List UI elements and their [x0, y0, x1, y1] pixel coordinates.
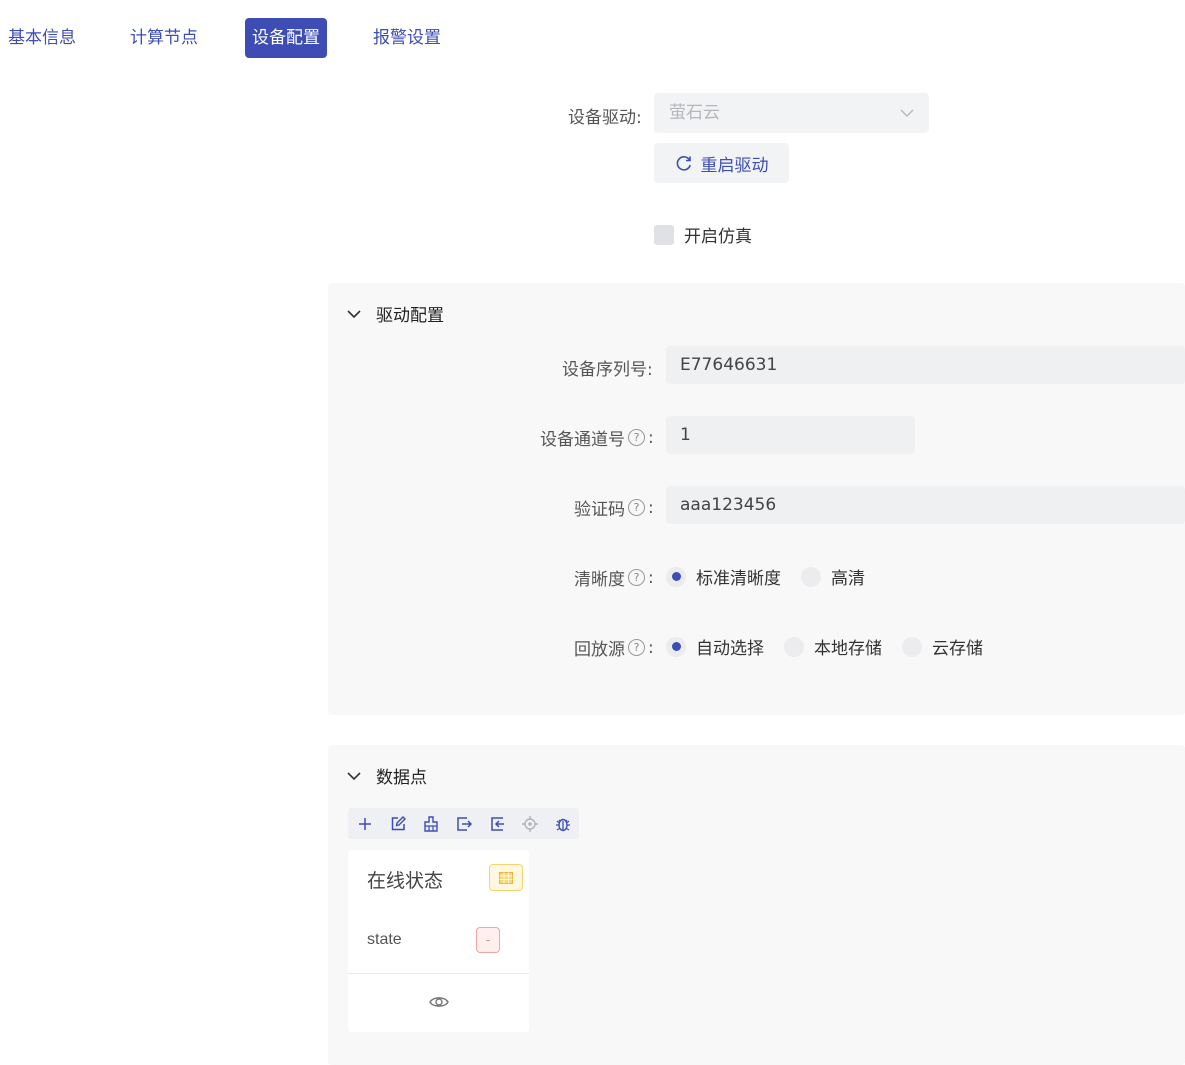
- simulate-label: 开启仿真: [684, 227, 752, 247]
- refresh-icon: [676, 156, 691, 171]
- radio-label: 本地存储: [814, 639, 882, 659]
- chevron-down-icon: [900, 109, 914, 117]
- table-view-button[interactable]: [489, 864, 523, 891]
- serial-input[interactable]: E77646631: [666, 346, 1185, 384]
- simulate-option: 开启仿真: [654, 222, 752, 247]
- radio-label: 云存储: [932, 639, 983, 659]
- radio-unchecked: [902, 636, 922, 657]
- playback-label-group: 回放源 ? :: [574, 635, 654, 661]
- device-driver-value: 萤石云: [669, 103, 720, 123]
- playback-radio-group: 自动选择 本地存储 云存储: [666, 634, 1003, 659]
- restart-driver-button[interactable]: 重启驱动: [654, 143, 789, 183]
- data-point-card: 在线状态 state -: [348, 850, 529, 1032]
- playback-option-local[interactable]: 本地存储: [784, 634, 882, 659]
- clarity-label: 清晰度: [574, 570, 625, 590]
- radio-checked: [666, 566, 686, 587]
- import-points-button[interactable]: [480, 808, 513, 839]
- tab-compute-node[interactable]: 计算节点: [130, 18, 198, 58]
- simulate-checkbox[interactable]: [654, 224, 674, 245]
- tab-alarm-settings[interactable]: 报警设置: [373, 18, 441, 58]
- locate-button[interactable]: [513, 808, 546, 839]
- code-label-group: 验证码 ? :: [574, 495, 654, 521]
- clarity-option-standard[interactable]: 标准清晰度: [666, 564, 781, 589]
- radio-unchecked: [801, 566, 821, 587]
- device-driver-select[interactable]: 萤石云: [654, 93, 929, 133]
- locate-icon: [521, 815, 538, 832]
- radio-checked: [666, 636, 686, 657]
- export-icon: [456, 816, 472, 831]
- playback-option-cloud[interactable]: 云存储: [902, 634, 983, 659]
- data-point-value: -: [476, 927, 500, 953]
- edit-icon: [391, 815, 406, 830]
- chevron-down-icon: [347, 309, 361, 318]
- data-points-header[interactable]: 数据点: [346, 763, 427, 788]
- config-tabs: 基本信息 计算节点 设备配置 报警设置: [0, 18, 520, 58]
- label-colon: :: [648, 637, 654, 658]
- divider: [348, 973, 529, 974]
- clean-icon: [423, 815, 438, 832]
- tab-device-config[interactable]: 设备配置: [245, 18, 327, 58]
- import-icon: [490, 816, 504, 831]
- plus-icon: [358, 817, 371, 830]
- chevron-down-icon: [347, 771, 361, 780]
- help-icon[interactable]: ?: [628, 639, 645, 656]
- data-point-key: state: [367, 931, 402, 948]
- debug-icon: [555, 818, 570, 831]
- code-label: 验证码: [574, 500, 625, 520]
- radio-label: 高清: [831, 569, 865, 589]
- clarity-radio-group: 标准清晰度 高清: [666, 564, 885, 589]
- clean-points-button[interactable]: [414, 808, 447, 839]
- clarity-label-group: 清晰度 ? :: [574, 565, 654, 591]
- driver-config-title: 驱动配置: [376, 306, 444, 326]
- edit-point-button[interactable]: [381, 808, 414, 839]
- table-icon: [499, 871, 513, 884]
- channel-label-group: 设备通道号 ? :: [540, 425, 654, 451]
- playback-label: 回放源: [574, 640, 625, 660]
- data-points-title: 数据点: [376, 768, 427, 788]
- radio-label: 标准清晰度: [696, 569, 781, 589]
- driver-config-header[interactable]: 驱动配置: [346, 301, 444, 326]
- help-icon[interactable]: ?: [628, 499, 645, 516]
- channel-input[interactable]: 1: [666, 416, 915, 454]
- radio-unchecked: [784, 636, 804, 657]
- clarity-option-hd[interactable]: 高清: [801, 564, 865, 589]
- data-points-toolbar: [348, 808, 579, 839]
- tab-basic-info[interactable]: 基本信息: [8, 18, 76, 58]
- channel-label: 设备通道号: [540, 430, 625, 450]
- help-icon[interactable]: ?: [628, 569, 645, 586]
- code-input[interactable]: aaa123456: [666, 486, 1185, 524]
- debug-button[interactable]: [546, 808, 579, 839]
- radio-label: 自动选择: [696, 639, 764, 659]
- add-point-button[interactable]: [348, 808, 381, 839]
- help-icon[interactable]: ?: [628, 429, 645, 446]
- label-colon: :: [648, 427, 654, 448]
- restart-driver-label: 重启驱动: [700, 155, 769, 176]
- export-points-button[interactable]: [447, 808, 480, 839]
- label-colon: :: [648, 497, 654, 518]
- label-colon: :: [648, 567, 654, 588]
- playback-option-auto[interactable]: 自动选择: [666, 634, 764, 659]
- serial-label: 设备序列号:: [562, 360, 653, 380]
- device-driver-label: 设备驱动:: [568, 108, 642, 128]
- data-point-title: 在线状态: [367, 870, 444, 892]
- eye-icon[interactable]: [428, 991, 450, 1013]
